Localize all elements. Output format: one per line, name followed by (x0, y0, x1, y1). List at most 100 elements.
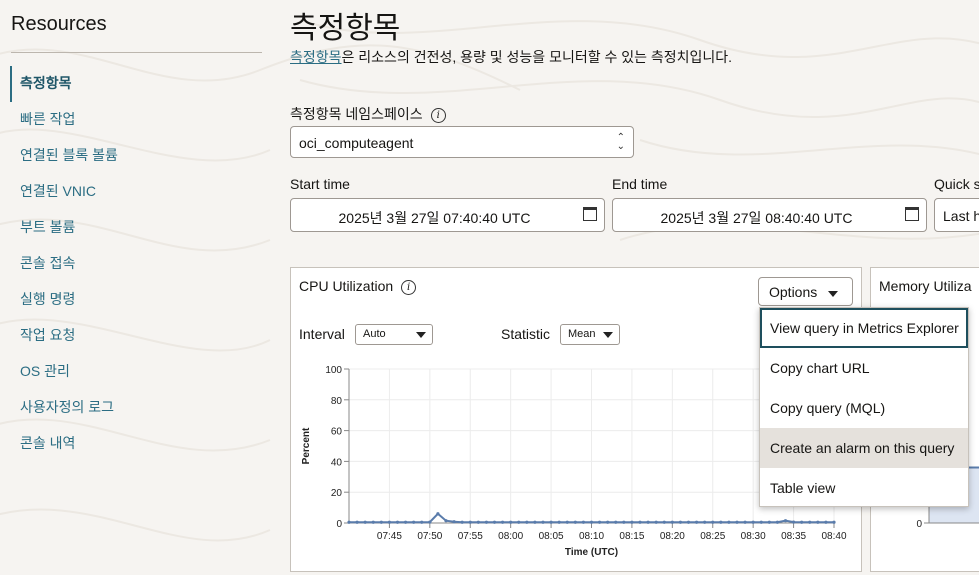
data-point (509, 520, 513, 524)
y-tick-label: 60 (331, 427, 343, 438)
sidebar-item-custom-logs[interactable]: 사용자정의 로그 (10, 390, 118, 426)
data-point (517, 520, 521, 524)
sidebar-item-console-connection[interactable]: 콘솔 접속 (10, 246, 118, 282)
end-time-input[interactable]: 2025년 3월 27일 08:40:40 UTC (612, 198, 927, 232)
data-point (622, 520, 626, 524)
data-point (468, 520, 472, 524)
data-point (719, 520, 723, 524)
data-point (614, 520, 618, 524)
x-tick-label: 08:25 (700, 531, 725, 542)
data-point (565, 520, 569, 524)
sidebar-item-os-management[interactable]: OS 관리 (10, 354, 118, 390)
y-tick-label: 80 (331, 396, 343, 407)
resources-sidebar: Resources 측정항목 빠른 작업 연결된 블록 볼륨 연결된 VNIC … (0, 0, 270, 575)
namespace-select[interactable]: oci_computeagent ⌃ ⌄ (290, 126, 634, 158)
data-point (476, 520, 480, 524)
data-point (767, 520, 771, 524)
namespace-label: 측정항목 네임스페이스 i (290, 104, 446, 124)
data-point (606, 520, 610, 524)
data-point (412, 520, 416, 524)
y-tick-label: 20 (331, 488, 343, 499)
x-tick-label: 08:15 (619, 531, 644, 542)
x-tick-label: 07:45 (377, 531, 402, 542)
data-point (589, 520, 594, 524)
data-point (557, 520, 561, 524)
info-icon[interactable]: i (430, 107, 446, 123)
y-tick-label: 0 (336, 519, 342, 530)
calendar-icon[interactable] (905, 207, 919, 221)
end-time-label: End time (612, 176, 668, 192)
sidebar-item-run-command[interactable]: 실행 명령 (10, 282, 118, 318)
data-point (791, 520, 796, 524)
sidebar-item-attached-vnics[interactable]: 연결된 VNIC (10, 174, 118, 210)
resources-title: Resources (11, 13, 107, 35)
data-point (670, 520, 674, 524)
data-point (549, 520, 553, 524)
data-point (800, 520, 804, 524)
data-point (484, 520, 489, 524)
sidebar-item-attached-block-volumes[interactable]: 연결된 블록 볼륨 (10, 138, 118, 174)
data-point (735, 520, 739, 524)
menu-item-create-alarm[interactable]: Create an alarm on this query (760, 428, 968, 468)
data-point (573, 520, 577, 524)
page-subtitle: 측정항목은 리소스의 건전성, 용량 및 성능을 모니터할 수 있는 측정치입니… (290, 47, 732, 67)
quick-select-value: Last h (943, 208, 979, 224)
data-point (492, 520, 497, 524)
y-tick-label: 40 (331, 457, 343, 468)
chevron-up-down-icon: ⌃ ⌄ (616, 132, 625, 152)
x-tick-label: 07:50 (417, 531, 442, 542)
menu-item-view-query-metrics-explorer[interactable]: View query in Metrics Explorer (760, 308, 968, 348)
data-point (387, 520, 392, 524)
y-tick-label: 0 (916, 519, 922, 530)
y-tick-label: 100 (325, 365, 342, 376)
options-menu: View query in Metrics Explorer Copy char… (759, 307, 969, 507)
data-point (395, 520, 400, 524)
sidebar-item-quick-actions[interactable]: 빠른 작업 (10, 102, 118, 138)
data-point (403, 520, 408, 524)
data-point (630, 520, 634, 524)
data-point (581, 520, 586, 524)
x-tick-label: 07:55 (458, 531, 483, 542)
data-point (355, 520, 359, 524)
start-time-label: Start time (290, 176, 350, 192)
data-point (500, 520, 505, 524)
data-point (533, 520, 537, 524)
x-tick-label: 08:40 (821, 531, 846, 542)
x-tick-label: 08:35 (781, 531, 806, 542)
menu-item-copy-query-mql[interactable]: Copy query (MQL) (760, 388, 968, 428)
x-tick-label: 08:05 (539, 531, 564, 542)
data-point (379, 520, 383, 524)
sidebar-item-console-history[interactable]: 콘솔 내역 (10, 426, 118, 462)
data-point (759, 520, 763, 524)
data-point (541, 520, 545, 524)
data-point (816, 520, 820, 524)
namespace-label-text: 측정항목 네임스페이스 (290, 106, 423, 122)
data-point (808, 520, 812, 524)
sidebar-item-boot-volume[interactable]: 부트 볼륨 (10, 210, 118, 246)
data-point (694, 520, 699, 524)
menu-item-table-view[interactable]: Table view (760, 468, 968, 508)
start-time-input[interactable]: 2025년 3월 27일 07:40:40 UTC (290, 198, 605, 232)
calendar-icon[interactable] (583, 207, 597, 221)
end-time-value: 2025년 3월 27일 08:40:40 UTC (660, 210, 853, 226)
data-point (727, 520, 731, 524)
metrics-help-link[interactable]: 측정항목 (290, 49, 342, 65)
data-point (436, 512, 440, 516)
y-axis-label: Percent (301, 427, 312, 464)
resources-nav: 측정항목 빠른 작업 연결된 블록 볼륨 연결된 VNIC 부트 볼륨 콘솔 접… (10, 66, 118, 462)
x-tick-label: 08:10 (579, 531, 604, 542)
sidebar-item-metrics[interactable]: 측정항목 (10, 66, 118, 102)
sidebar-item-work-requests[interactable]: 작업 요청 (10, 318, 118, 354)
data-point (371, 520, 375, 524)
data-point (703, 520, 707, 524)
data-point (783, 519, 788, 523)
namespace-value: oci_computeagent (299, 135, 414, 151)
data-point (654, 520, 658, 524)
x-tick-label: 08:00 (498, 531, 523, 542)
quick-select[interactable]: Last h (934, 198, 979, 232)
data-point (743, 520, 747, 524)
data-point (678, 520, 683, 524)
data-point (751, 520, 755, 524)
data-point (420, 520, 424, 524)
menu-item-copy-chart-url[interactable]: Copy chart URL (760, 348, 968, 388)
